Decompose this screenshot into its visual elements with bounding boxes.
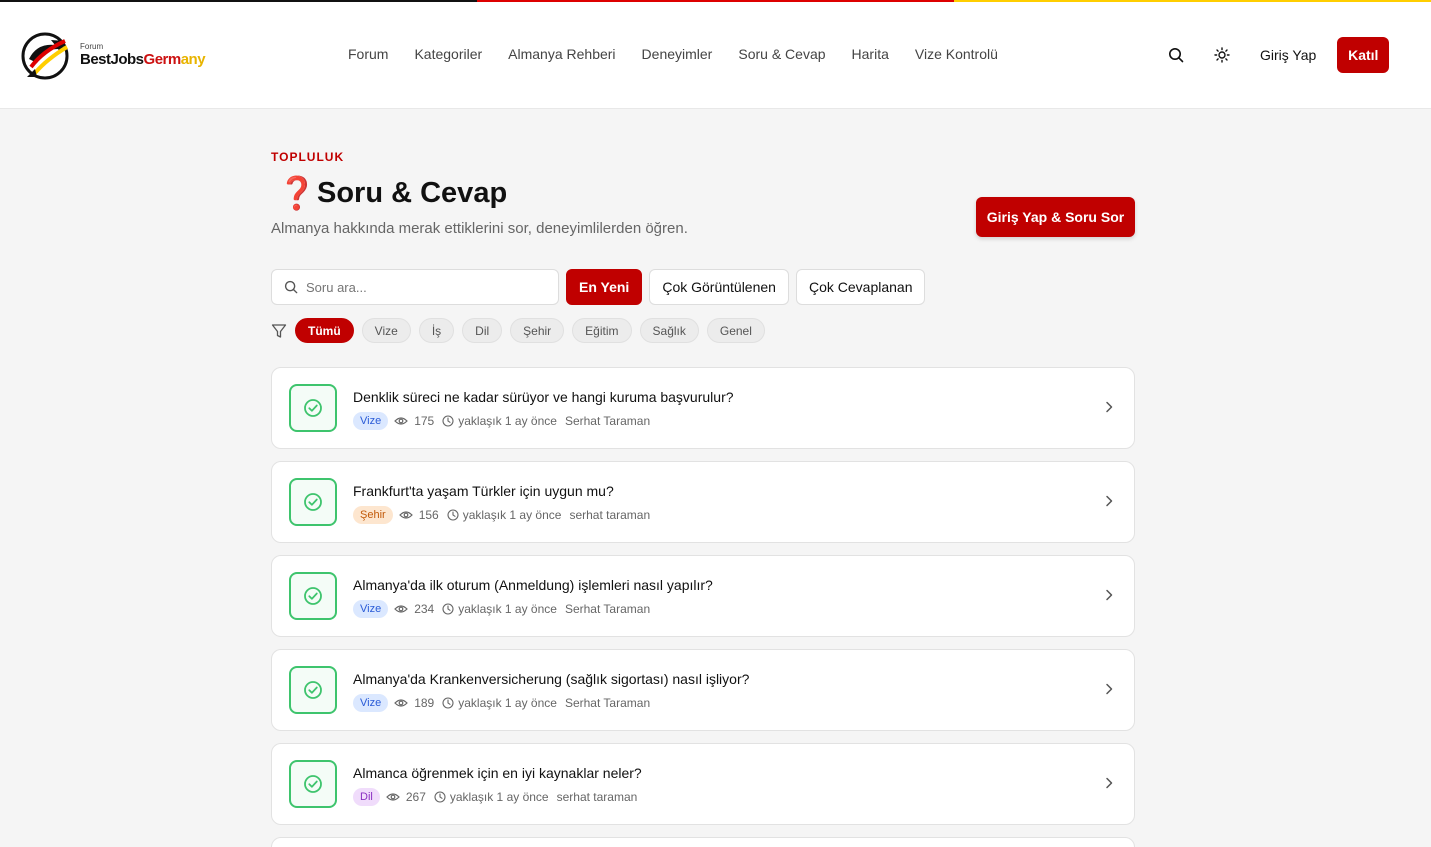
sun-icon[interactable] xyxy=(1210,43,1234,67)
filter-chip[interactable]: Eğitim xyxy=(572,318,632,343)
question-list: Denklik süreci ne kadar sürüyor ve hangi… xyxy=(271,367,1135,847)
filter-chip[interactable]: İş xyxy=(418,318,455,343)
category-tag: Vize xyxy=(353,694,389,712)
filter-chip[interactable]: Dil xyxy=(462,318,503,343)
search-input[interactable] xyxy=(306,279,546,295)
answered-check-icon xyxy=(289,572,337,620)
join-button[interactable]: Katıl xyxy=(1337,37,1390,73)
nav-link[interactable]: Almanya Rehberi xyxy=(508,46,615,62)
category-tag: Vize xyxy=(353,412,389,430)
search-box[interactable] xyxy=(271,269,559,305)
logo-small-label: Forum xyxy=(80,42,104,51)
filter-chip[interactable]: Vize xyxy=(361,318,411,343)
logo-wordmark: BestJobsGermany xyxy=(80,51,206,68)
nav-link[interactable]: Vize Kontrolü xyxy=(915,46,998,62)
eye-icon xyxy=(394,605,409,613)
view-count: 175 xyxy=(414,414,435,428)
view-count: 267 xyxy=(405,790,426,804)
filter-chip[interactable]: Genel xyxy=(706,318,765,343)
main-nav: Forum Kategoriler Almanya Rehberi Deneyimle… xyxy=(348,46,998,62)
nav-link[interactable]: Harita xyxy=(852,46,889,62)
view-count: 234 xyxy=(414,602,435,616)
eye-icon xyxy=(394,417,409,425)
question-title[interactable]: Almanya'da Krankenversicherung (sağlık s… xyxy=(353,671,749,687)
search-icon[interactable] xyxy=(1164,43,1188,67)
chevron-right-icon xyxy=(1106,495,1113,507)
answered-check-icon xyxy=(289,666,337,714)
question-card[interactable]: Frankfurt'ta yaşam Türkler için uygun mu… xyxy=(271,461,1135,543)
sort-button[interactable]: Çok Cevaplanan xyxy=(795,269,926,305)
site-logo[interactable]: Forum BestJobsGermany xyxy=(21,29,206,82)
ask-question-button[interactable]: Giriş Yap & Soru Sor xyxy=(976,197,1135,237)
answered-check-icon xyxy=(289,478,337,526)
chevron-right-icon xyxy=(1106,589,1113,601)
chevron-right-icon xyxy=(1106,401,1113,413)
question-card[interactable]: Almanca öğrenmek için en iyi kaynaklar n… xyxy=(271,743,1135,825)
question-card[interactable] xyxy=(271,837,1135,847)
timestamp: yaklaşık 1 ay önce xyxy=(458,414,557,428)
timestamp: yaklaşık 1 ay önce xyxy=(449,790,549,804)
nav-link[interactable]: Deneyimler xyxy=(642,46,713,62)
main-content: TOPLULUK ❓ Soru & Cevap Almanya hakkında… xyxy=(271,150,1135,847)
author-name[interactable]: serhat taraman xyxy=(569,508,650,522)
eye-icon xyxy=(394,699,409,707)
timestamp: yaklaşık 1 ay önce xyxy=(462,508,562,522)
author-name[interactable]: Serhat Taraman xyxy=(565,414,650,428)
filter-chip[interactable]: Şehir xyxy=(510,318,565,343)
answered-check-icon xyxy=(289,760,337,808)
filter-icon xyxy=(271,323,287,338)
clock-icon xyxy=(442,697,454,709)
chevron-right-icon xyxy=(1106,777,1113,789)
question-title[interactable]: Almanca öğrenmek için en iyi kaynaklar n… xyxy=(353,765,642,781)
clock-icon xyxy=(442,415,454,427)
question-mark-icon: ❓ xyxy=(277,175,317,211)
sort-button[interactable]: En Yeni xyxy=(566,269,643,305)
author-name[interactable]: Serhat Taraman xyxy=(565,696,650,710)
question-card[interactable]: Almanya'da Krankenversicherung (sağlık s… xyxy=(271,649,1135,731)
page-title: Soru & Cevap xyxy=(317,176,508,209)
clock-icon xyxy=(442,603,454,615)
eye-icon xyxy=(385,793,400,801)
sort-button[interactable]: Çok Görüntülenen xyxy=(649,269,789,305)
logo-icon xyxy=(21,32,69,80)
site-header: Forum BestJobsGermany Forum Kategoriler Al… xyxy=(0,2,1431,109)
question-title[interactable]: Frankfurt'ta yaşam Türkler için uygun mu… xyxy=(353,483,614,499)
clock-icon xyxy=(447,509,459,521)
chevron-right-icon xyxy=(1106,683,1113,695)
section-kicker: TOPLULUK xyxy=(271,150,345,164)
login-link[interactable]: Giriş Yap xyxy=(1260,47,1316,63)
question-title[interactable]: Almanya'da ilk oturum (Anmeldung) işleml… xyxy=(353,577,713,593)
nav-link[interactable]: Forum xyxy=(348,46,388,62)
filter-chip[interactable]: Sağlık xyxy=(639,318,699,343)
answered-check-icon xyxy=(289,384,337,432)
view-count: 189 xyxy=(414,696,435,710)
category-tag: Dil xyxy=(353,788,380,806)
filter-chip[interactable]: Tümü xyxy=(295,318,354,343)
nav-link[interactable]: Kategoriler xyxy=(414,46,482,62)
question-title[interactable]: Denklik süreci ne kadar sürüyor ve hangi… xyxy=(353,389,734,405)
author-name[interactable]: serhat taraman xyxy=(557,790,638,804)
author-name[interactable]: Serhat Taraman xyxy=(565,602,650,616)
nav-link[interactable]: Soru & Cevap xyxy=(738,46,825,62)
question-card[interactable]: Almanya'da ilk oturum (Anmeldung) işleml… xyxy=(271,555,1135,637)
view-count: 156 xyxy=(418,508,439,522)
category-tag: Şehir xyxy=(353,506,393,524)
timestamp: yaklaşık 1 ay önce xyxy=(458,696,557,710)
question-card[interactable]: Denklik süreci ne kadar sürüyor ve hangi… xyxy=(271,367,1135,449)
timestamp: yaklaşık 1 ay önce xyxy=(458,602,557,616)
category-tag: Vize xyxy=(353,600,389,618)
search-icon xyxy=(284,280,298,294)
eye-icon xyxy=(398,511,413,519)
clock-icon xyxy=(434,791,446,803)
